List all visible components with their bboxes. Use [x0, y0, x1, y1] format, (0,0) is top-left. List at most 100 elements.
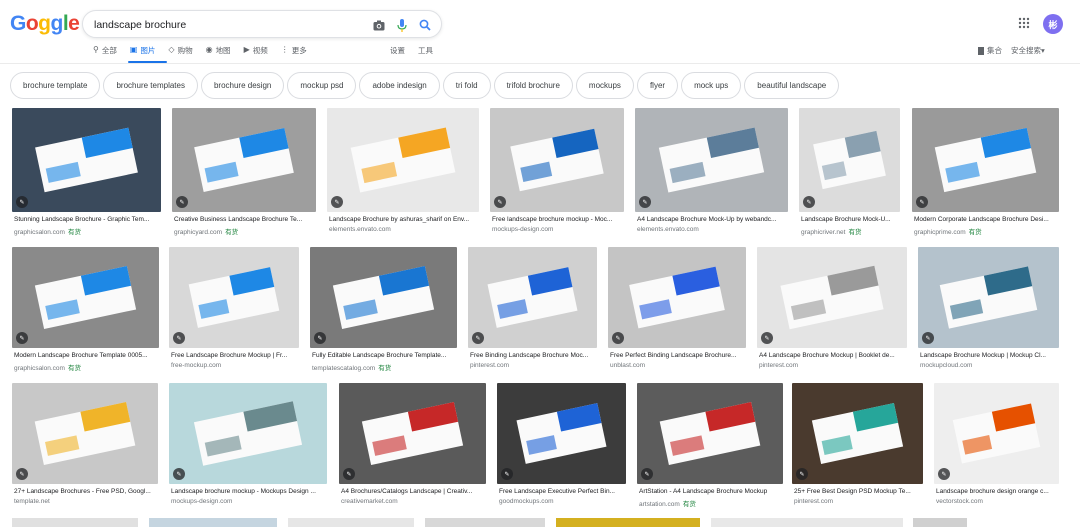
license-badge-icon: ✎	[938, 468, 950, 480]
result-thumbnail[interactable]: ✎	[912, 108, 1059, 212]
brochure-mock	[487, 267, 578, 328]
result-thumbnail[interactable]: ✎	[497, 383, 626, 484]
result-thumbnail[interactable]: ✎	[468, 247, 597, 348]
result-caption[interactable]: 27+ Landscape Brochures - Free PSD, Goog…	[14, 488, 158, 495]
result-caption[interactable]: Creative Business Landscape Brochure Te.…	[174, 216, 316, 223]
result-source: graphicyard.com 有货	[174, 226, 316, 236]
result-caption[interactable]: Stunning Landscape Brochure - Graphic Te…	[14, 216, 161, 223]
result-thumbnail[interactable]: ✎	[637, 383, 783, 484]
image-result[interactable]: ✎ A4 Brochures/Catalogs Landscape | Creat…	[339, 383, 486, 510]
result-caption[interactable]: Modern Corporate Landscape Brochure Desi…	[914, 216, 1059, 223]
license-badge-icon: ✎	[922, 332, 934, 344]
image-result[interactable]: ✎ Free Landscape Executive Perfect Bin...…	[497, 383, 626, 510]
result-source: pinterest.com	[470, 362, 597, 369]
result-caption[interactable]: Landscape Brochure Mockup | Mockup Cl...	[920, 352, 1059, 359]
next-row-thumbnail[interactable]	[711, 518, 903, 527]
image-result[interactable]: ✎ Landscape brochure design orange c... ve…	[934, 383, 1059, 510]
next-row-thumbnail[interactable]	[913, 518, 967, 527]
brochure-mock	[194, 128, 294, 192]
result-caption[interactable]: A4 Landscape Brochure Mockup | Booklet d…	[759, 352, 907, 359]
result-thumbnail[interactable]: ✎	[169, 247, 299, 348]
brochure-mock	[659, 402, 761, 465]
license-badge-icon: ✎	[173, 332, 185, 344]
source-domain: vectorstock.com	[936, 498, 983, 505]
result-thumbnail[interactable]: ✎	[12, 247, 159, 348]
result-thumbnail[interactable]: ✎	[327, 108, 479, 212]
next-row-thumbnail[interactable]	[425, 518, 545, 527]
license-label: 有货	[225, 229, 239, 236]
result-source: mockups-design.com	[492, 226, 624, 233]
image-result[interactable]: ✎ 25+ Free Best Design PSD Mockup Te... pi…	[792, 383, 923, 510]
result-thumbnail[interactable]: ✎	[934, 383, 1059, 484]
image-result[interactable]: ✎ Landscape Brochure by ashuras_sharif on…	[327, 108, 479, 238]
result-thumbnail[interactable]: ✎	[918, 247, 1059, 348]
license-badge-icon: ✎	[494, 196, 506, 208]
next-row-thumbnail[interactable]	[149, 518, 277, 527]
image-result[interactable]: ✎ A4 Landscape Brochure Mock-Up by weband…	[635, 108, 788, 238]
result-thumbnail[interactable]: ✎	[608, 247, 746, 348]
brochure-mock	[350, 127, 456, 193]
brochure-mock	[188, 267, 280, 328]
license-badge-icon: ✎	[16, 468, 28, 480]
source-domain: elements.envato.com	[637, 226, 699, 233]
image-result[interactable]: ✎ Modern Corporate Landscape Brochure Des…	[912, 108, 1059, 238]
source-domain: templatescatalog.com	[312, 365, 376, 372]
brochure-mock	[939, 266, 1038, 329]
result-caption[interactable]: Modern Landscape Brochure Template 0005.…	[14, 352, 159, 359]
license-badge-icon: ✎	[639, 196, 651, 208]
image-result[interactable]: ✎ Creative Business Landscape Brochure Te…	[172, 108, 316, 238]
result-source: unblast.com	[610, 362, 746, 369]
next-row-thumbnail[interactable]	[12, 518, 138, 527]
result-caption[interactable]: Landscape brochure design orange c...	[936, 488, 1059, 495]
result-caption[interactable]: ArtStation - A4 Landscape Brochure Mocku…	[639, 488, 783, 495]
license-badge-icon: ✎	[803, 196, 815, 208]
result-caption[interactable]: Free Landscape Brochure Mockup | Fr...	[171, 352, 299, 359]
result-caption[interactable]: A4 Brochures/Catalogs Landscape | Creati…	[341, 488, 486, 495]
result-thumbnail[interactable]: ✎	[12, 383, 158, 484]
result-caption[interactable]: Landscape Brochure Mock-U...	[801, 216, 900, 223]
result-thumbnail[interactable]: ✎	[169, 383, 327, 484]
result-thumbnail[interactable]: ✎	[792, 383, 923, 484]
license-badge-icon: ✎	[796, 468, 808, 480]
image-result[interactable]: ✎ Free landscape brochure mockup - Moc...…	[490, 108, 624, 238]
result-caption[interactable]: Free landscape brochure mockup - Moc...	[492, 216, 624, 223]
brochure-mock	[813, 130, 886, 190]
result-caption[interactable]: 25+ Free Best Design PSD Mockup Te...	[794, 488, 923, 495]
image-result[interactable]: ✎ ArtStation - A4 Landscape Brochure Mock…	[637, 383, 783, 510]
image-result[interactable]: ✎ Fully Editable Landscape Brochure Templ…	[310, 247, 457, 374]
result-thumbnail[interactable]: ✎	[757, 247, 907, 348]
source-domain: mockups-design.com	[171, 498, 233, 505]
license-badge-icon: ✎	[176, 196, 188, 208]
result-caption[interactable]: Landscape Brochure by ashuras_sharif on …	[329, 216, 479, 223]
brochure-mock	[658, 127, 765, 193]
result-thumbnail[interactable]: ✎	[339, 383, 486, 484]
image-result[interactable]: ✎ 27+ Landscape Brochures - Free PSD, Goo…	[12, 383, 158, 510]
image-result[interactable]: ✎ Free Perfect Binding Landscape Brochure…	[608, 247, 746, 374]
image-result[interactable]: ✎ A4 Landscape Brochure Mockup | Booklet …	[757, 247, 907, 374]
result-source: elements.envato.com	[637, 226, 788, 233]
result-thumbnail[interactable]: ✎	[12, 108, 161, 212]
image-result[interactable]: ✎ Landscape Brochure Mockup | Mockup Cl..…	[918, 247, 1059, 374]
result-caption[interactable]: A4 Landscape Brochure Mock-Up by webandc…	[637, 216, 788, 223]
image-result[interactable]: ✎ Landscape brochure mockup - Mockups Des…	[169, 383, 327, 510]
brochure-mock	[510, 128, 604, 192]
result-caption[interactable]: Free Perfect Binding Landscape Brochure.…	[610, 352, 746, 359]
result-thumbnail[interactable]: ✎	[799, 108, 900, 212]
image-result[interactable]: ✎ Landscape Brochure Mock-U... graphicrive…	[799, 108, 900, 238]
result-caption[interactable]: Fully Editable Landscape Brochure Templa…	[312, 352, 457, 359]
result-caption[interactable]: Free Binding Landscape Brochure Moc...	[470, 352, 597, 359]
brochure-mock	[332, 265, 435, 330]
next-row-thumbnail[interactable]	[288, 518, 414, 527]
result-thumbnail[interactable]: ✎	[635, 108, 788, 212]
image-result[interactable]: ✎ Modern Landscape Brochure Template 0005…	[12, 247, 159, 374]
image-result[interactable]: ✎ Free Binding Landscape Brochure Moc... p…	[468, 247, 597, 374]
result-caption[interactable]: Landscape brochure mockup - Mockups Desi…	[171, 488, 327, 495]
result-thumbnail[interactable]: ✎	[490, 108, 624, 212]
result-thumbnail[interactable]: ✎	[310, 247, 457, 348]
next-row-thumbnail[interactable]	[556, 518, 700, 527]
result-thumbnail[interactable]: ✎	[172, 108, 316, 212]
result-caption[interactable]: Free Landscape Executive Perfect Bin...	[499, 488, 626, 495]
image-result[interactable]: ✎ Free Landscape Brochure Mockup | Fr... f…	[169, 247, 299, 374]
source-domain: graphicsalon.com	[14, 229, 65, 236]
image-result[interactable]: ✎ Stunning Landscape Brochure - Graphic T…	[12, 108, 161, 238]
